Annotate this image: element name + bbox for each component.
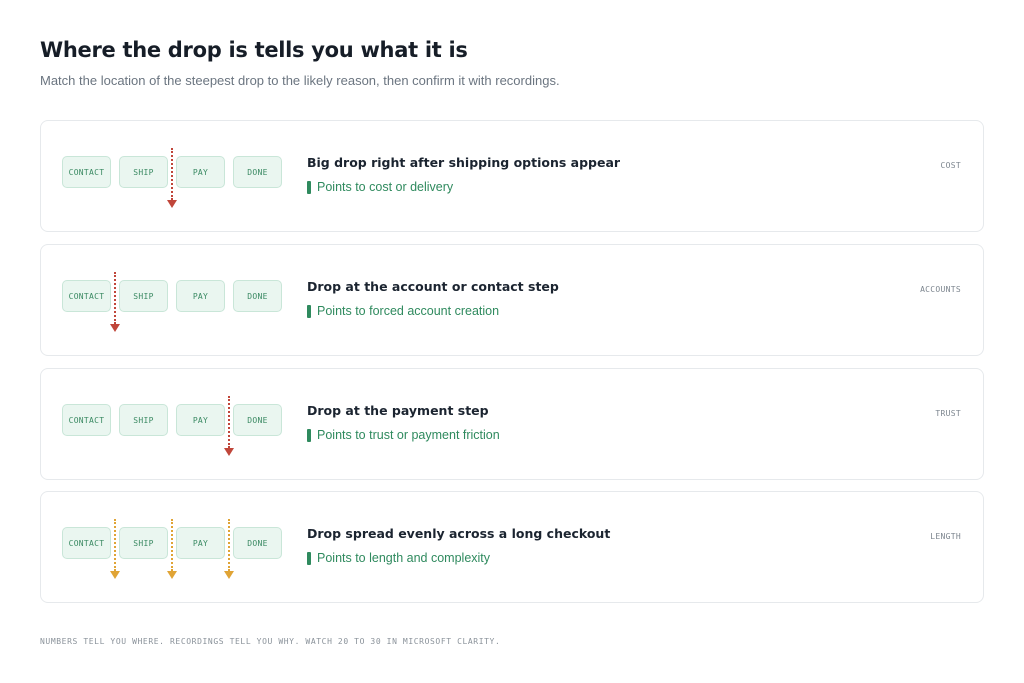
card-tag: LENGTH bbox=[930, 532, 961, 541]
reason-bar-icon bbox=[307, 180, 311, 194]
checkout-steps: CONTACT SHIP PAY DONE bbox=[62, 272, 292, 340]
reason-bar-icon bbox=[307, 551, 311, 565]
checkout-steps: CONTACT SHIP PAY DONE bbox=[62, 148, 292, 216]
diagnosis-card-accounts: CONTACT SHIP PAY DONE Drop at the accoun… bbox=[40, 244, 984, 356]
step-contact: CONTACT bbox=[62, 527, 111, 559]
diagnosis-card-length: CONTACT SHIP PAY DONE Drop spread evenly… bbox=[40, 491, 984, 603]
diagnosis-card-trust: CONTACT SHIP PAY DONE Drop at the paymen… bbox=[40, 368, 984, 480]
card-reason-text: Points to cost or delivery bbox=[317, 180, 454, 194]
step-pay: PAY bbox=[176, 404, 225, 436]
step-ship: SHIP bbox=[119, 527, 168, 559]
step-pay: PAY bbox=[176, 527, 225, 559]
checkout-steps: CONTACT SHIP PAY DONE bbox=[62, 519, 292, 587]
reason-bar-icon bbox=[307, 304, 311, 318]
step-ship: SHIP bbox=[119, 280, 168, 312]
step-done: DONE bbox=[233, 156, 282, 188]
step-ship: SHIP bbox=[119, 156, 168, 188]
step-pay: PAY bbox=[176, 280, 225, 312]
drop-marker-arrow-icon bbox=[110, 519, 120, 581]
step-contact: CONTACT bbox=[62, 404, 111, 436]
step-done: DONE bbox=[233, 280, 282, 312]
checkout-steps: CONTACT SHIP PAY DONE bbox=[62, 396, 292, 464]
drop-marker-arrow-icon bbox=[110, 272, 120, 334]
step-done: DONE bbox=[233, 527, 282, 559]
diagnosis-card-cost: CONTACT SHIP PAY DONE Big drop right aft… bbox=[40, 120, 984, 232]
card-reason: Points to forced account creation bbox=[307, 304, 499, 318]
step-ship: SHIP bbox=[119, 404, 168, 436]
page-subtitle: Match the location of the steepest drop … bbox=[40, 73, 560, 88]
card-reason-text: Points to forced account creation bbox=[317, 304, 500, 318]
drop-marker-arrow-icon bbox=[224, 396, 234, 458]
card-tag: COST bbox=[940, 161, 961, 170]
card-tag: ACCOUNTS bbox=[920, 285, 961, 294]
card-reason: Points to length and complexity bbox=[307, 551, 490, 565]
card-reason: Points to cost or delivery bbox=[307, 180, 453, 194]
step-pay: PAY bbox=[176, 156, 225, 188]
drop-marker-arrow-icon bbox=[224, 519, 234, 581]
footer-note: NUMBERS TELL YOU WHERE. RECORDINGS TELL … bbox=[40, 637, 501, 646]
card-reason-text: Points to trust or payment friction bbox=[317, 428, 500, 442]
card-tag: TRUST bbox=[935, 409, 961, 418]
drop-marker-arrow-icon bbox=[167, 519, 177, 581]
card-heading: Drop spread evenly across a long checkou… bbox=[307, 526, 611, 541]
card-heading: Big drop right after shipping options ap… bbox=[307, 155, 621, 170]
step-contact: CONTACT bbox=[62, 156, 111, 188]
page-title: Where the drop is tells you what it is bbox=[40, 38, 468, 62]
card-reason: Points to trust or payment friction bbox=[307, 428, 500, 442]
card-heading: Drop at the account or contact step bbox=[307, 279, 559, 294]
step-contact: CONTACT bbox=[62, 280, 111, 312]
card-reason-text: Points to length and complexity bbox=[317, 551, 491, 565]
step-done: DONE bbox=[233, 404, 282, 436]
reason-bar-icon bbox=[307, 428, 311, 442]
drop-marker-arrow-icon bbox=[167, 148, 177, 210]
card-heading: Drop at the payment step bbox=[307, 403, 489, 418]
